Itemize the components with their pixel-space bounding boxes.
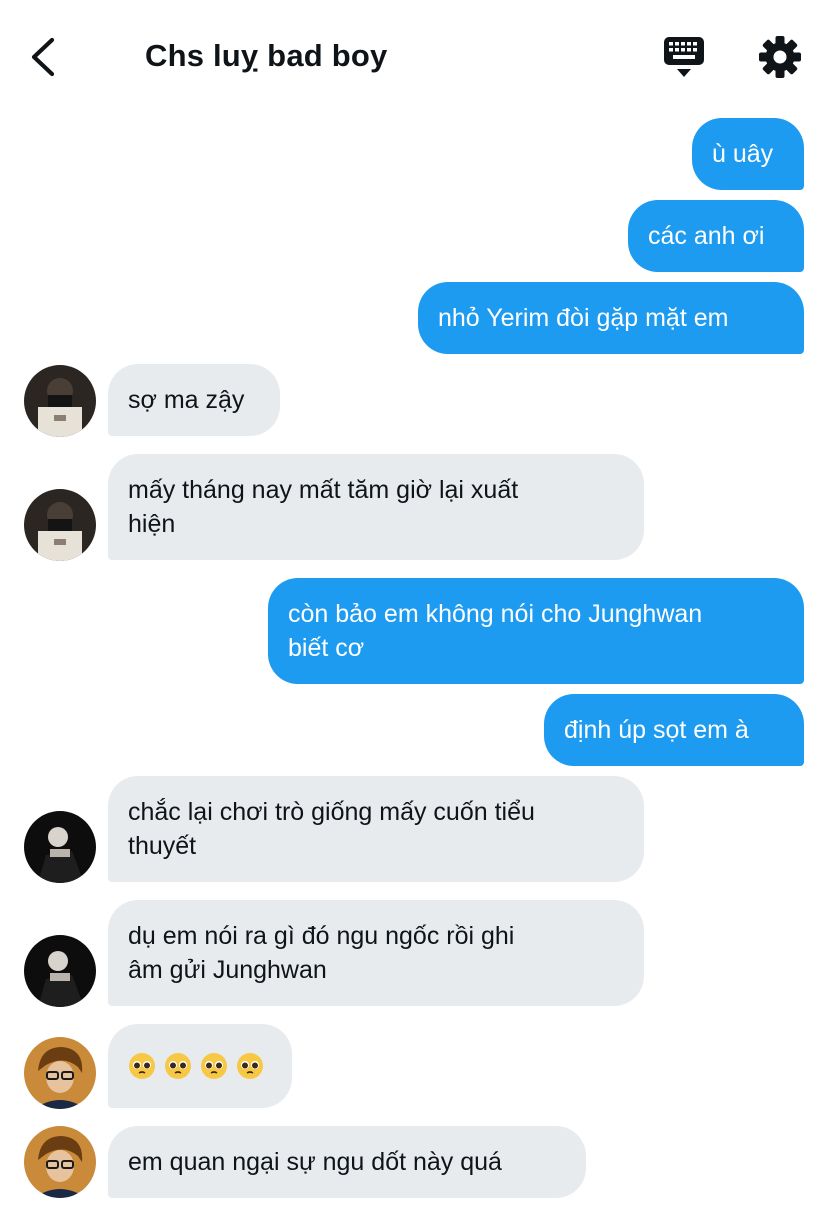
avatar-photo-2 <box>24 935 96 1007</box>
message-text-line: còn bảo em không nói cho Junghwan <box>288 600 703 628</box>
chat-header: Chs luỵ bad boy <box>0 0 828 110</box>
pleading-face-emoji <box>201 1053 227 1079</box>
message-text: em quan ngại sự ngu dốt này quá <box>128 1148 502 1176</box>
message-text: các anh ơi <box>648 222 765 250</box>
message-text-line: âm gửi Junghwan <box>128 956 327 984</box>
incoming-message[interactable] <box>108 1024 292 1108</box>
message-text-line: thuyết <box>128 832 197 860</box>
pleading-face-emoji <box>237 1053 263 1079</box>
keyboard-icon <box>664 37 704 77</box>
message-text-line: mấy tháng nay mất tăm giờ lại xuất <box>128 476 519 504</box>
avatar[interactable] <box>24 811 96 883</box>
incoming-message[interactable]: sợ ma zậy <box>108 364 280 436</box>
incoming-message[interactable]: dụ em nói ra gì đó ngu ngốc rồi ghi âm g… <box>108 900 644 1006</box>
avatar[interactable] <box>24 489 96 561</box>
keyboard-button[interactable] <box>660 34 708 80</box>
back-button[interactable] <box>26 34 66 80</box>
message-text-line: biết cơ <box>288 634 365 662</box>
settings-button[interactable] <box>757 34 803 80</box>
avatar-photo-2 <box>24 811 96 883</box>
message-text-line: hiện <box>128 510 176 538</box>
avatar[interactable] <box>24 1037 96 1109</box>
incoming-message[interactable]: chắc lại chơi trò giống mấy cuốn tiểu th… <box>108 776 644 882</box>
message-text: nhỏ Yerim đòi gặp mặt em <box>438 304 729 332</box>
conversation-title[interactable]: Chs luỵ bad boy <box>145 38 387 74</box>
message-text: sợ ma zậy <box>128 386 245 414</box>
message-text: ù uây <box>712 140 774 168</box>
avatar[interactable] <box>24 935 96 1007</box>
avatar[interactable] <box>24 365 96 437</box>
pleading-face-emoji <box>165 1053 191 1079</box>
avatar[interactable] <box>24 1126 96 1198</box>
outgoing-message[interactable]: các anh ơi <box>628 200 804 272</box>
message-text-line: chắc lại chơi trò giống mấy cuốn tiểu <box>128 798 535 826</box>
message-text-line: dụ em nói ra gì đó ngu ngốc rồi ghi <box>128 922 515 950</box>
message-text: định úp sọt em à <box>564 716 749 744</box>
pleading-face-emoji <box>129 1053 155 1079</box>
gear-icon <box>759 36 801 78</box>
outgoing-message[interactable]: còn bảo em không nói cho Junghwan biết c… <box>268 578 804 684</box>
avatar-photo-1 <box>24 489 96 561</box>
incoming-message[interactable]: em quan ngại sự ngu dốt này quá <box>108 1126 586 1198</box>
avatar-photo-1 <box>24 365 96 437</box>
emoji-row <box>128 1052 264 1080</box>
chevron-left-icon <box>31 37 55 77</box>
avatar-photo-3 <box>24 1037 96 1109</box>
outgoing-message[interactable]: nhỏ Yerim đòi gặp mặt em <box>418 282 804 354</box>
outgoing-message[interactable]: ù uây <box>692 118 804 190</box>
outgoing-message[interactable]: định úp sọt em à <box>544 694 804 766</box>
incoming-message[interactable]: mấy tháng nay mất tăm giờ lại xuất hiện <box>108 454 644 560</box>
avatar-photo-3 <box>24 1126 96 1198</box>
